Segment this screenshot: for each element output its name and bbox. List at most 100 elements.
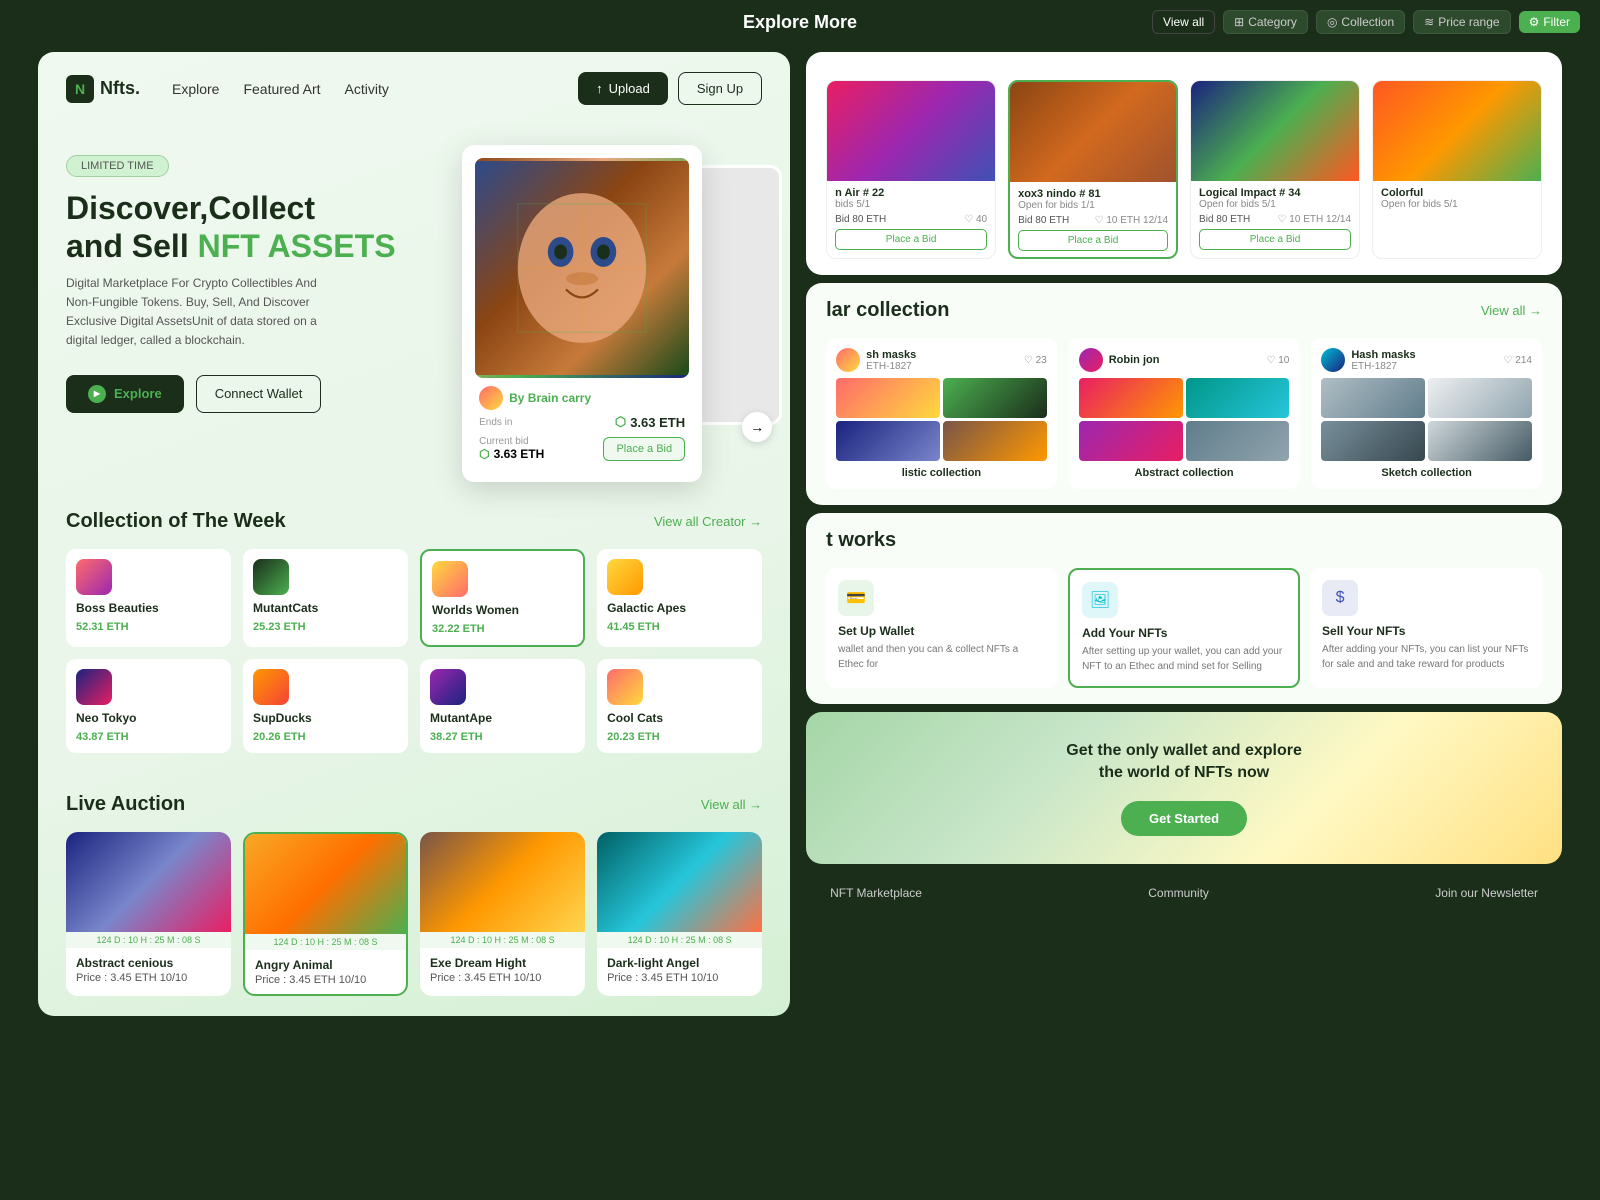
air-hearts: ♡ 40 [964, 214, 987, 225]
angry-animal-name: Angry Animal [255, 958, 396, 972]
collection-item-mutantape[interactable]: MutantApe 38.27 ETH [420, 659, 585, 753]
abstract-info: Robin jon [1109, 354, 1160, 366]
how-works-title: t works [826, 529, 896, 552]
auction-card-angry-animal[interactable]: 124 D : 10 H : 25 M : 08 S Angry Animal … [243, 832, 408, 996]
abstract-img-2 [1186, 378, 1290, 418]
abstract-cenious-img [66, 832, 231, 932]
footer-newsletter[interactable]: Join our Newsletter [1435, 886, 1538, 900]
listic-img-1 [836, 378, 940, 418]
xox3-place-bid[interactable]: Place a Bid [1018, 230, 1168, 251]
collection-item-worlds-women[interactable]: Worlds Women 32.22 ETH [420, 549, 585, 647]
step-add-nfts[interactable]: 🖼 Add Your NFTs After setting up your wa… [1068, 568, 1300, 688]
dark-light-price: Price : 3.45 ETH 10/10 [607, 972, 752, 984]
get-started-button[interactable]: Get Started [1121, 801, 1247, 836]
boss-beauties-eth: 52.31 ETH [76, 621, 221, 633]
collection-item-mutantcats[interactable]: MutantCats 25.23 ETH [243, 549, 408, 647]
nav-featured-art[interactable]: Featured Art [243, 81, 320, 97]
auction-card-dark-light[interactable]: 124 D : 10 H : 25 M : 08 S Dark-light An… [597, 832, 762, 996]
ends-value: ⬡ 3.63 ETH [615, 414, 685, 430]
sketch-hearts: ♡ 214 [1504, 355, 1532, 366]
nft-card-xox3[interactable]: xox3 nindo # 81 Open for bids 1/1 Bid 80… [1008, 80, 1178, 259]
cta-banner: Get the only wallet and explorethe world… [806, 712, 1562, 864]
nft-card-logical[interactable]: Logical Impact # 34 Open for bids 5/1 Bi… [1190, 80, 1360, 259]
auction-view-all-link[interactable]: View all → [701, 797, 762, 812]
logical-place-bid[interactable]: Place a Bid [1199, 229, 1351, 250]
collection-item-galactic-apes[interactable]: Galactic Apes 41.45 ETH [597, 549, 762, 647]
collection-btn[interactable]: ◎ Collection [1316, 10, 1405, 34]
explore-button[interactable]: ▶ Explore [66, 375, 184, 413]
connect-wallet-button[interactable]: Connect Wallet [196, 375, 322, 413]
view-all-creator-link[interactable]: View all Creator → [654, 514, 762, 529]
bid-eth-val: 3.63 ETH [494, 447, 545, 461]
logical-hearts: ♡ 10 ETH 12/14 [1278, 214, 1351, 225]
upload-button[interactable]: ↑ Upload [578, 72, 668, 105]
step-sell-nfts-title: Sell Your NFTs [1322, 624, 1530, 638]
neo-tokyo-avatar [76, 669, 112, 705]
abstract-label: Abstract collection [1079, 467, 1290, 479]
air-sub: bids 5/1 [835, 199, 987, 210]
add-nfts-icon-symbol: 🖼 [1090, 590, 1110, 610]
xox3-img [1010, 82, 1176, 182]
abstract-imgs [1079, 378, 1290, 461]
nav-explore[interactable]: Explore [172, 81, 219, 97]
popular-listic[interactable]: sh masks ETH-1827 ♡ 23 listic collection [826, 338, 1057, 489]
xox3-eth: Bid 80 ETH [1018, 215, 1069, 226]
filter-icon: ⚙ [1529, 15, 1540, 29]
auction-grid: 124 D : 10 H : 25 M : 08 S Abstract ceni… [66, 832, 762, 996]
listic-img-3 [836, 421, 940, 461]
sketch-img-2 [1428, 378, 1532, 418]
how-works-section: t works 💳 Set Up Wallet wallet and then … [806, 513, 1562, 704]
abstract-avatar [1079, 348, 1103, 372]
abstract-creator-name: Robin jon [1109, 354, 1160, 366]
step-sell-nfts[interactable]: $ Sell Your NFTs After adding your NFTs,… [1310, 568, 1542, 688]
collection-item-boss-beauties[interactable]: Boss Beauties 52.31 ETH [66, 549, 231, 647]
artist-avatar [479, 386, 503, 410]
listic-hearts: ♡ 23 [1024, 355, 1047, 366]
bid-row: Current bid ⬡ 3.63 ETH Place a Bid [479, 436, 685, 461]
add-nfts-icon: 🖼 [1082, 582, 1118, 618]
main-layout: N Nfts. Explore Featured Art Activity ↑ … [30, 44, 1570, 1024]
collection-item-supducks[interactable]: SupDucks 20.26 ETH [243, 659, 408, 753]
filter-btn[interactable]: ⚙ Filter [1519, 11, 1580, 33]
signup-button[interactable]: Sign Up [678, 72, 762, 105]
worlds-women-avatar [432, 561, 468, 597]
collection-title: Collection of The Week [66, 510, 286, 533]
abstract-img-4 [1186, 421, 1290, 461]
collection-item-cool-cats[interactable]: Cool Cats 20.23 ETH [597, 659, 762, 753]
popular-sketch[interactable]: Hash masks ETH-1827 ♡ 214 Sketch collect… [1311, 338, 1542, 489]
collection-item-neo-tokyo[interactable]: Neo Tokyo 43.87 ETH [66, 659, 231, 753]
footer-community[interactable]: Community [1148, 886, 1209, 900]
xox3-sub: Open for bids 1/1 [1018, 200, 1168, 211]
boss-beauties-name: Boss Beauties [76, 601, 221, 615]
auction-card-abstract[interactable]: 124 D : 10 H : 25 M : 08 S Abstract ceni… [66, 832, 231, 996]
listic-eth: ETH-1827 [866, 361, 916, 372]
category-btn[interactable]: ⊞ Category [1223, 10, 1308, 34]
price-range-btn[interactable]: ≋ Price range [1413, 10, 1510, 34]
step-set-up-wallet[interactable]: 💳 Set Up Wallet wallet and then you can … [826, 568, 1058, 688]
dark-light-img [597, 832, 762, 932]
air-place-bid[interactable]: Place a Bid [835, 229, 987, 250]
how-steps-grid: 💳 Set Up Wallet wallet and then you can … [826, 568, 1542, 688]
nav-actions: ↑ Upload Sign Up [578, 72, 762, 105]
nft-card-air[interactable]: n Air # 22 bids 5/1 Bid 80 ETH ♡ 40 Plac… [826, 80, 996, 259]
abstract-cenious-price: Price : 3.45 ETH 10/10 [76, 972, 221, 984]
explore-more-section: n Air # 22 bids 5/1 Bid 80 ETH ♡ 40 Plac… [806, 52, 1562, 275]
dark-light-timer: 124 D : 10 H : 25 M : 08 S [597, 932, 762, 948]
upload-icon: ↑ [596, 81, 603, 96]
exe-dream-timer: 124 D : 10 H : 25 M : 08 S [420, 932, 585, 948]
nav-activity[interactable]: Activity [345, 81, 389, 97]
footer-nft-marketplace[interactable]: NFT Marketplace [830, 886, 922, 900]
view-all-btn[interactable]: View all [1152, 10, 1215, 34]
logical-bid-row: Bid 80 ETH ♡ 10 ETH 12/14 [1199, 214, 1351, 225]
nft-card[interactable]: By Brain carry Ends in ⬡ 3.63 ETH Curren… [462, 145, 702, 482]
auction-card-exe[interactable]: 124 D : 10 H : 25 M : 08 S Exe Dream Hig… [420, 832, 585, 996]
place-bid-button[interactable]: Place a Bid [603, 437, 685, 461]
cool-cats-avatar [607, 669, 643, 705]
top-bar-controls: View all ⊞ Category ◎ Collection ≋ Price… [1152, 10, 1580, 34]
nft-card-4[interactable]: Colorful Open for bids 5/1 [1372, 80, 1542, 259]
popular-view-all-link[interactable]: View all → [1481, 303, 1542, 318]
nft-card-container: By Brain carry Ends in ⬡ 3.63 ETH Curren… [462, 145, 762, 482]
xox3-name: xox3 nindo # 81 [1018, 188, 1168, 200]
popular-abstract[interactable]: Robin jon ♡ 10 Abstract collection [1069, 338, 1300, 489]
next-card-arrow[interactable]: → [742, 412, 772, 442]
